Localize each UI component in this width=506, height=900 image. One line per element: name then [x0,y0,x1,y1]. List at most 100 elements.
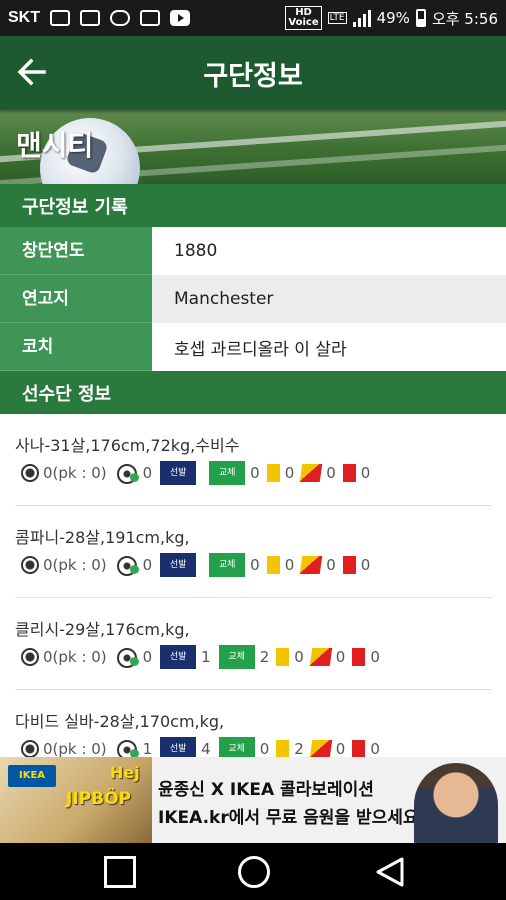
yellow-value: 0 [284,556,295,574]
sub-badge: 교체 [209,553,246,577]
club-info-header: 구단정보 기록 [0,184,506,227]
ad-banner[interactable]: IKEA Hej JIPBÖP 윤종신 X IKEA 콜라보레이션 IKEA.k… [0,757,506,843]
ad-tag-hej: Hej [110,763,140,782]
red-value: 0 [370,648,380,666]
red-card-icon [352,740,366,757]
assist-ball-icon [116,556,139,576]
player-name: 클리시-29살,176cm,kg, [15,620,190,639]
red-value: 0 [360,556,371,574]
yellow-value: 0 [294,648,304,666]
battery-icon [415,9,426,27]
yellow-value: 0 [284,464,295,482]
sub-badge: 교체 [209,461,246,485]
goals-value: 0(pk : 0) [43,464,107,482]
yellow-red-value: 0 [326,464,336,482]
ad-headline: 윤종신 X IKEA 콜라보레이션 [158,780,374,800]
assist-ball-icon [116,648,139,668]
info-label: 코치 [0,323,152,371]
page-title: 구단정보 [203,60,303,92]
status-bar: SKT HD Voice LTE 49% 오후 5:56 [0,0,506,36]
voice-label: Voice [288,17,319,28]
player-stats: 0(pk : 0) 0 선발 교체 0 0 0 0 [21,552,370,578]
yellow-card-icon [276,648,290,666]
sub-badge: 교체 [218,645,255,669]
red-card-icon [342,556,356,574]
yellow-red-value: 0 [335,740,346,757]
goals-value: 0(pk : 0) [43,740,107,757]
subs-value: 0 [250,464,260,482]
yellow-red-card-icon [309,648,333,666]
starts-value: 4 [201,740,211,757]
youtube-icon [170,10,190,26]
list-item[interactable]: 콤파니-28살,191cm,kg, 0(pk : 0) 0 선발 교체 0 0 … [0,506,506,598]
goals-value: 0(pk : 0) [43,648,107,666]
ad-subline: IKEA.kr에서 무료 음원을 받으세요! [158,808,427,828]
player-name: 사나-31살,176cm,72kg,수비수 [15,436,240,455]
player-name: 콤파니-28살,191cm,kg, [15,528,190,547]
info-row-founded: 창단연도 1880 [0,227,506,275]
club-banner: 맨시티 [0,110,506,184]
notification-icon [50,10,70,26]
battery-percent: 49% [376,9,410,27]
list-item[interactable]: 다비드 실바-28살,170cm,kg, 0(pk : 0) 1 선발 4 교체… [0,690,506,757]
yellow-card-icon [276,740,290,757]
square-icon[interactable] [104,856,136,888]
start-badge: 선발 [160,461,197,485]
assists-value: 0 [142,648,153,666]
chat-icon [110,10,130,26]
info-row-hometown: 연고지 Manchester [0,275,506,323]
mail-icon [140,10,160,26]
list-item[interactable]: 클리시-29살,176cm,kg, 0(pk : 0) 0 선발 1 교체 2 … [0,598,506,690]
subs-value: 0 [250,556,260,574]
assists-value: 1 [142,740,153,757]
ikea-logo: IKEA [8,765,56,787]
info-label: 연고지 [0,275,152,323]
red-value: 0 [370,740,380,757]
start-badge: 선발 [160,645,197,669]
subs-value: 0 [259,740,270,757]
info-row-coach: 코치 호셉 과르디올라 이 살라 [0,323,506,371]
player-list[interactable]: 사나-31살,176cm,72kg,수비수 0(pk : 0) 0 선발 교체 … [0,414,506,757]
player-stats: 0(pk : 0) 1 선발 4 교체 0 2 0 0 [21,736,380,757]
triangle-back-icon[interactable] [374,856,406,888]
yellow-red-card-icon [309,740,333,757]
soccer-ball-icon [21,648,39,666]
red-card-icon [352,648,366,666]
soccer-ball-icon [21,556,39,574]
yellow-value: 2 [294,740,304,757]
system-nav-bar [0,843,506,900]
yellow-red-card-icon [299,556,323,574]
assists-value: 0 [142,556,153,574]
players-header: 선수단 정보 [0,371,506,414]
player-name: 다비드 실바-28살,170cm,kg, [15,712,225,731]
lte-icon: LTE [327,12,347,24]
yellow-red-value: 0 [335,648,346,666]
assist-ball-icon [116,740,139,757]
red-card-icon [342,464,356,482]
arrow-left-icon[interactable] [14,54,50,90]
app-bar: 구단정보 [0,36,506,110]
red-value: 0 [360,464,371,482]
info-value: 1880 [152,227,506,275]
carrier-label: SKT [8,9,40,26]
image-icon [80,10,100,26]
start-badge: 선발 [160,553,197,577]
info-value: 호셉 과르디올라 이 살라 [152,323,506,371]
assist-ball-icon [116,464,139,484]
list-item[interactable]: 사나-31살,176cm,72kg,수비수 0(pk : 0) 0 선발 교체 … [0,414,506,506]
starts-value: 1 [201,648,211,666]
circle-icon[interactable] [238,856,270,888]
yellow-card-icon [266,464,280,482]
yellow-card-icon [266,556,280,574]
ad-tag-jipbop: JIPBÖP [66,789,131,809]
yellow-red-value: 0 [326,556,336,574]
player-stats: 0(pk : 0) 0 선발 교체 0 0 0 0 [21,460,370,486]
info-value: Manchester [152,275,506,323]
ad-person-image [414,763,498,843]
subs-value: 2 [259,648,270,666]
hd-voice-icon: HD Voice [285,6,322,30]
assists-value: 0 [142,464,153,482]
signal-icon [352,9,371,27]
clock: 오후 5:56 [431,9,498,28]
soccer-ball-icon [21,464,39,482]
